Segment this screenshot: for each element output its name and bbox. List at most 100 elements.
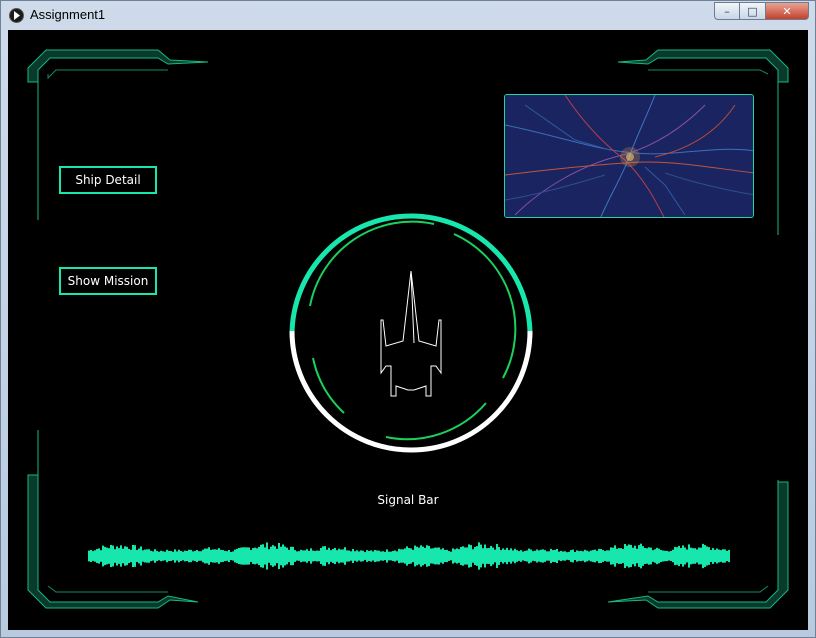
waveform-bar: [382, 551, 384, 561]
show-mission-button[interactable]: Show Mission: [59, 267, 157, 295]
waveform-bar: [714, 549, 716, 563]
waveform-bar: [306, 549, 308, 563]
waveform-bar: [654, 549, 656, 563]
waveform-bar: [358, 551, 360, 561]
waveform-bar: [244, 547, 246, 565]
waveform-bar: [218, 548, 220, 564]
waveform-bar: [680, 548, 682, 564]
waveform-bar: [142, 550, 144, 562]
waveform-bar: [494, 549, 496, 563]
close-button[interactable]: ✕: [766, 2, 809, 20]
waveform-bar: [696, 549, 698, 563]
waveform-bar: [170, 550, 172, 562]
waveform-bar: [156, 550, 158, 562]
waveform-bar: [268, 549, 270, 563]
waveform-bar: [390, 551, 392, 561]
waveform-bar: [464, 547, 466, 565]
waveform-bar: [702, 543, 704, 569]
waveform-bar: [90, 549, 92, 563]
waveform-bar: [690, 547, 692, 565]
waveform-bar: [270, 546, 272, 566]
waveform-bar: [430, 548, 432, 564]
waveform-bar: [444, 549, 446, 563]
waveform-bar: [302, 550, 304, 562]
waveform-bar: [386, 549, 388, 563]
map-roads-image: [505, 95, 753, 217]
waveform-bar: [424, 547, 426, 565]
waveform-bar: [662, 550, 664, 562]
play-icon[interactable]: [9, 8, 24, 23]
waveform-bar: [294, 550, 296, 562]
waveform-bar: [550, 548, 552, 564]
maximize-button[interactable]: □: [740, 2, 766, 20]
title-bar[interactable]: Assignment1 – □ ✕: [1, 1, 815, 29]
waveform-bar: [212, 549, 214, 563]
waveform-bar: [254, 547, 256, 565]
waveform-bar: [436, 547, 438, 565]
waveform-bar: [272, 545, 274, 567]
waveform-bar: [628, 544, 630, 568]
waveform-bar: [338, 548, 340, 564]
waveform-bar: [372, 551, 374, 561]
waveform-bar: [618, 548, 620, 564]
waveform-bar: [402, 549, 404, 563]
waveform-bar: [694, 548, 696, 564]
waveform-bar: [152, 551, 154, 561]
waveform-bar: [518, 551, 520, 561]
waveform-bar: [728, 549, 730, 563]
waveform-bar: [716, 548, 718, 564]
waveform-bar: [574, 551, 576, 561]
waveform-bar: [682, 545, 684, 567]
waveform-bar: [354, 551, 356, 561]
waveform-bar: [188, 549, 190, 563]
waveform-bar: [408, 548, 410, 564]
waveform-bar: [546, 551, 548, 561]
waveform-bar: [278, 542, 280, 570]
waveform-bar: [498, 547, 500, 565]
waveform-bar: [638, 545, 640, 567]
waveform-bar: [348, 550, 350, 562]
waveform-bar: [526, 550, 528, 562]
waveform-bar: [576, 550, 578, 562]
waveform-bar: [548, 551, 550, 561]
waveform-bar: [374, 549, 376, 563]
waveform-bar: [250, 550, 252, 562]
waveform-bar: [220, 549, 222, 563]
waveform-bar: [336, 550, 338, 562]
minimize-button[interactable]: –: [714, 2, 740, 20]
waveform-bar: [376, 550, 378, 562]
waveform-bar: [178, 549, 180, 563]
waveform-bar: [478, 542, 480, 570]
waveform-bar: [698, 547, 700, 565]
waveform-bar: [288, 549, 290, 563]
waveform-bar: [124, 546, 126, 566]
waveform-bar: [360, 550, 362, 562]
waveform-bar: [614, 545, 616, 567]
waveform-bar: [502, 548, 504, 564]
waveform-bar: [538, 550, 540, 562]
signal-bar-waveform: [88, 542, 730, 570]
waveform-bar: [304, 550, 306, 562]
waveform-bar: [604, 551, 606, 561]
waveform-bar: [536, 549, 538, 563]
waveform-bar: [626, 545, 628, 567]
waveform-bar: [104, 546, 106, 566]
waveform-bar: [708, 547, 710, 565]
waveform-bar: [132, 544, 134, 568]
waveform-bar: [724, 549, 726, 563]
waveform-bar: [106, 547, 108, 565]
waveform-bar: [116, 546, 118, 566]
waveform-bar: [146, 549, 148, 563]
waveform-bar: [658, 548, 660, 564]
ship-detail-button[interactable]: Ship Detail: [59, 166, 157, 194]
waveform-bar: [416, 546, 418, 566]
waveform-bar: [94, 550, 96, 562]
waveform-bar: [96, 549, 98, 563]
waveform-bar: [194, 550, 196, 562]
waveform-bar: [442, 548, 444, 564]
waveform-bar: [128, 548, 130, 564]
waveform-bar: [320, 548, 322, 564]
waveform-bar: [562, 551, 564, 561]
waveform-bar: [310, 548, 312, 564]
waveform-bar: [242, 547, 244, 565]
